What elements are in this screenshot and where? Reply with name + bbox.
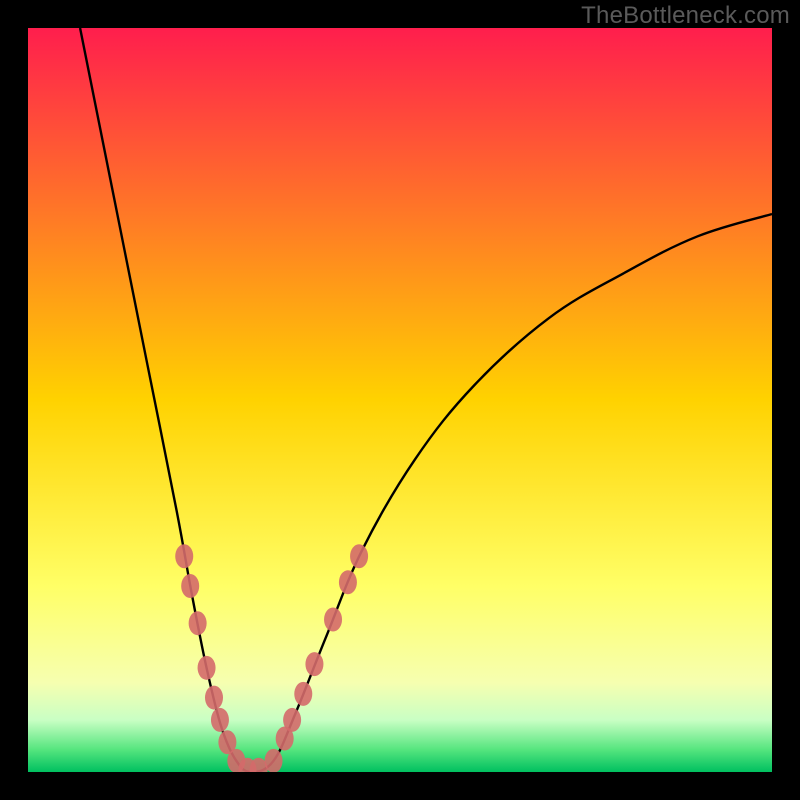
marker-dot	[211, 708, 229, 732]
marker-dot	[350, 544, 368, 568]
chart-frame: TheBottleneck.com	[0, 0, 800, 800]
marker-dot	[324, 607, 342, 631]
plot-area	[28, 28, 772, 772]
marker-dot	[283, 708, 301, 732]
marker-dot	[339, 570, 357, 594]
marker-dot	[189, 611, 207, 635]
watermark-text: TheBottleneck.com	[581, 2, 790, 30]
chart-svg	[28, 28, 772, 772]
marker-dot	[305, 652, 323, 676]
marker-dot	[181, 574, 199, 598]
marker-dot	[265, 749, 283, 772]
gradient-background	[28, 28, 772, 772]
marker-dot	[198, 656, 216, 680]
marker-dot	[205, 686, 223, 710]
marker-dot	[294, 682, 312, 706]
marker-dot	[175, 544, 193, 568]
